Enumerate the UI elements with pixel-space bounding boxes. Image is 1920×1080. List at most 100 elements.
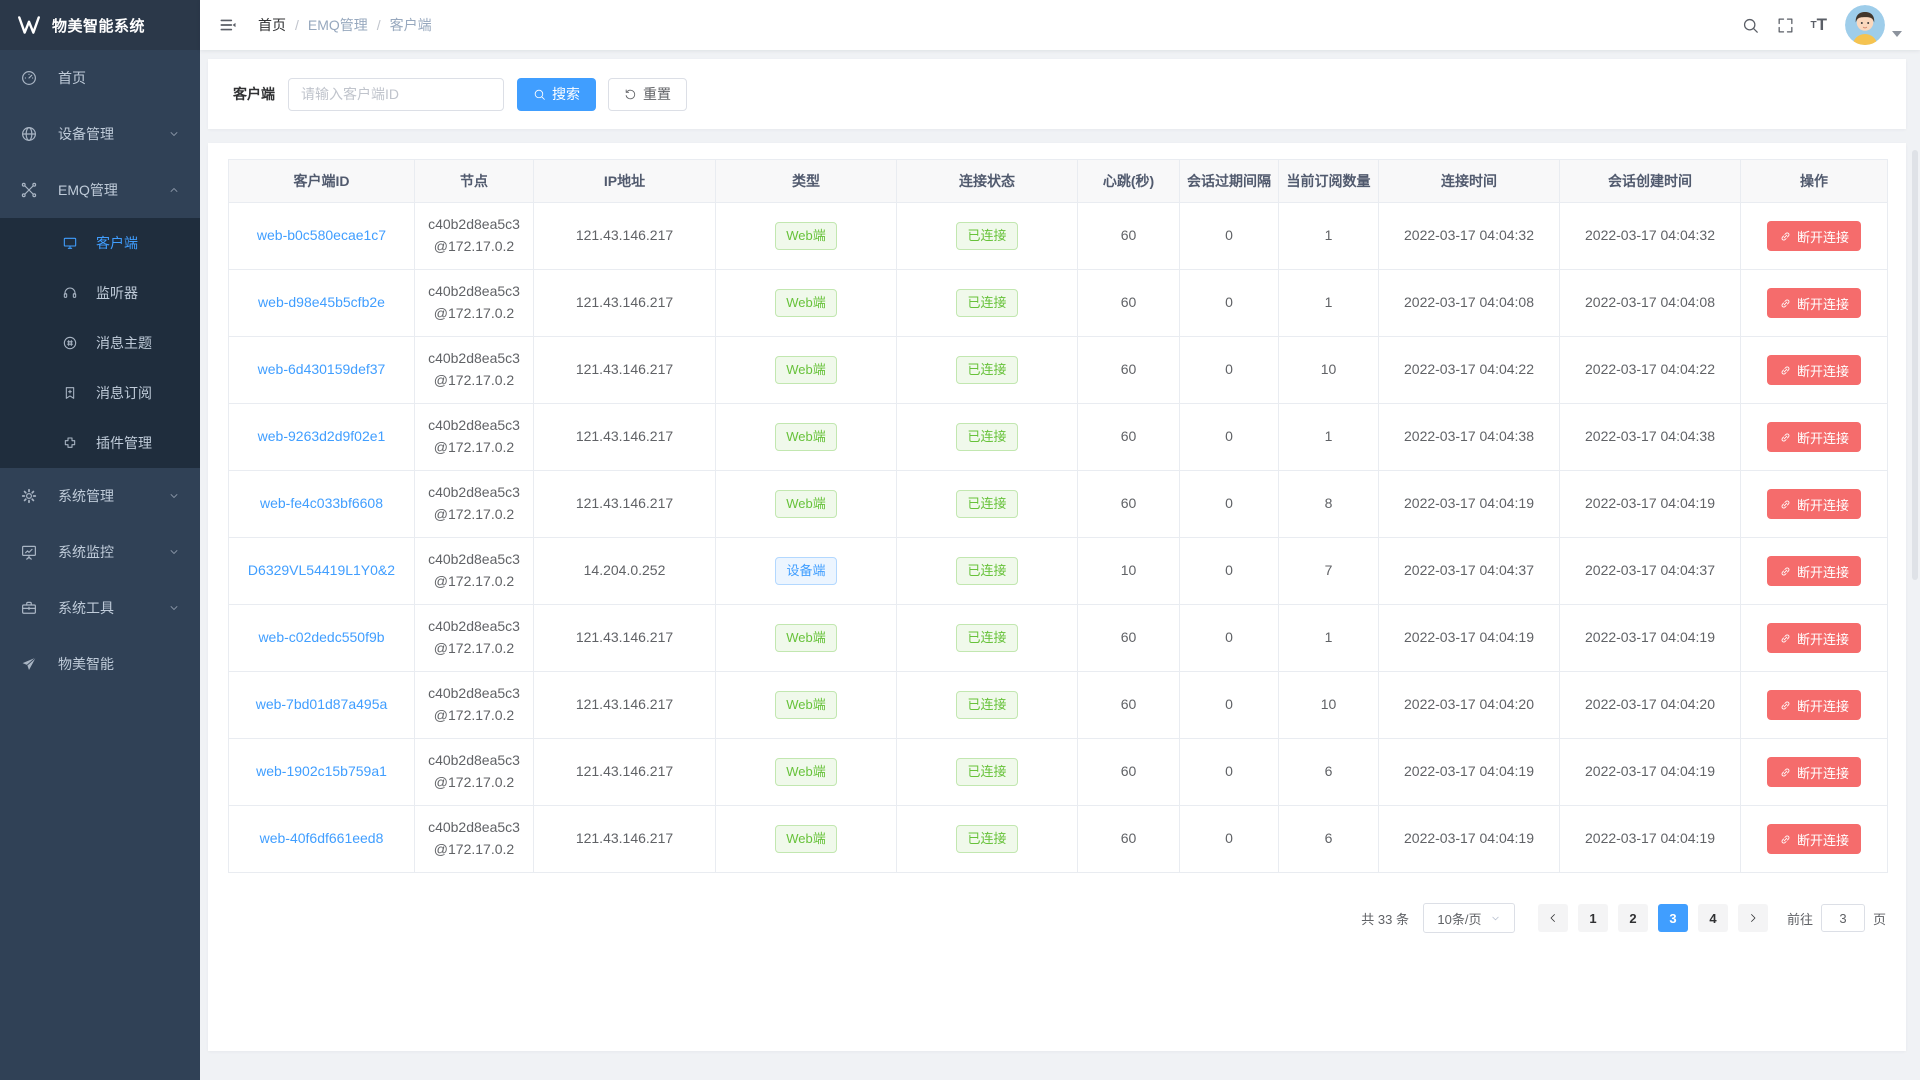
prev-page-button[interactable] [1538, 904, 1568, 932]
client-id-link[interactable]: D6329VL54419L1Y0&2 [248, 562, 395, 578]
font-size-icon[interactable]: TT [1803, 9, 1836, 41]
client-id-link[interactable]: web-fe4c033bf6608 [260, 495, 383, 511]
created-at-cell: 2022-03-17 04:04:19 [1560, 471, 1741, 538]
col-header-connected-at: 连接时间 [1379, 160, 1560, 203]
heartbeat-cell: 60 [1078, 806, 1180, 873]
bookmark-plus-icon [62, 385, 78, 401]
node-line1: c40b2d8ea5c3 [415, 482, 533, 504]
disconnect-button[interactable]: 断开连接 [1767, 221, 1861, 251]
sidebar-item-topics[interactable]: 消息主题 [0, 318, 200, 368]
drone-icon [20, 181, 38, 199]
subscriptions-cell: 1 [1279, 605, 1379, 672]
table-header-row: 客户端ID 节点 IP地址 类型 连接状态 心跳(秒) 会话过期间隔 当前订阅数… [229, 160, 1888, 203]
search-icon[interactable] [1733, 10, 1768, 41]
sidebar-item-subscriptions[interactable]: 消息订阅 [0, 368, 200, 418]
client-id-link[interactable]: web-1902c15b759a1 [256, 763, 387, 779]
sidebar-item-label: 系统监控 [58, 542, 114, 562]
user-menu[interactable] [1845, 5, 1902, 45]
reset-button[interactable]: 重置 [608, 78, 687, 111]
sidebar-item-system-monitor[interactable]: 系统监控 [0, 524, 200, 580]
node-line2: @172.17.0.2 [415, 236, 533, 258]
subscriptions-cell: 1 [1279, 404, 1379, 471]
dashboard-icon [20, 69, 38, 87]
sidebar-item-label: 系统管理 [58, 486, 114, 506]
page-button-1[interactable]: 1 [1578, 904, 1608, 932]
connected-at-cell: 2022-03-17 04:04:19 [1379, 471, 1560, 538]
sidebar-item-listeners[interactable]: 监听器 [0, 268, 200, 318]
disconnect-button[interactable]: 断开连接 [1767, 690, 1861, 720]
sidebar-item-emq-mgmt[interactable]: EMQ管理 [0, 162, 200, 218]
breadcrumb-emq[interactable]: EMQ管理 [308, 15, 368, 35]
sidebar-item-label: 监听器 [96, 283, 138, 303]
sidebar-item-device-mgmt[interactable]: 设备管理 [0, 106, 200, 162]
hashtag-circle-icon [62, 335, 78, 351]
expiry-cell: 0 [1180, 605, 1279, 672]
ip-cell: 121.43.146.217 [534, 471, 716, 538]
breadcrumb-home[interactable]: 首页 [258, 15, 286, 35]
heartbeat-cell: 60 [1078, 404, 1180, 471]
sidebar-item-label: 物美智能 [58, 654, 114, 674]
disconnect-button[interactable]: 断开连接 [1767, 623, 1861, 653]
puzzle-icon [62, 435, 78, 451]
expiry-cell: 0 [1180, 471, 1279, 538]
node-cell: c40b2d8ea5c3@172.17.0.2 [415, 538, 534, 605]
disconnect-button[interactable]: 断开连接 [1767, 489, 1861, 519]
emq-submenu: 客户端 监听器 消息主题 消息订阅 插件管理 [0, 218, 200, 468]
client-id-link[interactable]: web-b0c580ecae1c7 [257, 227, 386, 243]
client-id-link[interactable]: web-7bd01d87a495a [256, 696, 388, 712]
reset-button-label: 重置 [643, 84, 671, 104]
disconnect-button[interactable]: 断开连接 [1767, 422, 1861, 452]
clients-table: 客户端ID 节点 IP地址 类型 连接状态 心跳(秒) 会话过期间隔 当前订阅数… [228, 159, 1888, 873]
col-header-created-at: 会话创建时间 [1560, 160, 1741, 203]
client-id-link[interactable]: web-40f6df661eed8 [260, 830, 384, 846]
page-scrollbar[interactable] [1912, 150, 1918, 580]
client-id-link[interactable]: web-c02dedc550f9b [258, 629, 384, 645]
page-size-select[interactable]: 10条/页 [1423, 903, 1515, 933]
page-button-3-active[interactable]: 3 [1658, 904, 1688, 932]
goto-label: 前往 [1787, 909, 1813, 928]
client-id-link[interactable]: web-9263d2d9f02e1 [258, 428, 386, 444]
search-button[interactable]: 搜索 [517, 78, 596, 111]
expiry-cell: 0 [1180, 672, 1279, 739]
connected-at-cell: 2022-03-17 04:04:38 [1379, 404, 1560, 471]
table-row: web-40f6df661eed8 c40b2d8ea5c3@172.17.0.… [229, 806, 1888, 873]
type-tag: Web端 [775, 624, 837, 652]
main-area: 首页 / EMQ管理 / 客户端 TT [200, 0, 1920, 1080]
link-off-icon [1779, 766, 1792, 779]
sidebar-item-home[interactable]: 首页 [0, 50, 200, 106]
goto-page-input[interactable] [1821, 904, 1865, 932]
sidebar-item-plugins[interactable]: 插件管理 [0, 418, 200, 468]
disconnect-button[interactable]: 断开连接 [1767, 824, 1861, 854]
sidebar-item-clients[interactable]: 客户端 [0, 218, 200, 268]
next-page-button[interactable] [1738, 904, 1768, 932]
pagination: 共 33 条 10条/页 1 2 3 4 前往 页 [228, 903, 1886, 933]
page-button-4[interactable]: 4 [1698, 904, 1728, 932]
disconnect-button[interactable]: 断开连接 [1767, 355, 1861, 385]
headset-icon [62, 285, 78, 301]
logo-bar[interactable]: 物美智能系统 [0, 0, 200, 50]
sidebar-item-system-tools[interactable]: 系统工具 [0, 580, 200, 636]
table-body: web-b0c580ecae1c7 c40b2d8ea5c3@172.17.0.… [229, 203, 1888, 873]
avatar [1845, 5, 1885, 45]
clients-table-card: 客户端ID 节点 IP地址 类型 连接状态 心跳(秒) 会话过期间隔 当前订阅数… [208, 143, 1906, 1051]
page-button-2[interactable]: 2 [1618, 904, 1648, 932]
created-at-cell: 2022-03-17 04:04:19 [1560, 605, 1741, 672]
client-id-link[interactable]: web-6d430159def37 [258, 361, 386, 377]
sidebar-item-wumei-smart[interactable]: 物美智能 [0, 636, 200, 692]
table-row: web-7bd01d87a495a c40b2d8ea5c3@172.17.0.… [229, 672, 1888, 739]
disconnect-label: 断开连接 [1797, 428, 1849, 447]
created-at-cell: 2022-03-17 04:04:19 [1560, 806, 1741, 873]
disconnect-label: 断开连接 [1797, 361, 1849, 380]
disconnect-button[interactable]: 断开连接 [1767, 757, 1861, 787]
disconnect-button[interactable]: 断开连接 [1767, 556, 1861, 586]
breadcrumb: 首页 / EMQ管理 / 客户端 [258, 15, 432, 35]
sidebar-collapse-icon[interactable] [214, 11, 242, 39]
client-id-link[interactable]: web-d98e45b5cfb2e [258, 294, 385, 310]
node-cell: c40b2d8ea5c3@172.17.0.2 [415, 203, 534, 270]
toolbox-icon [20, 599, 38, 617]
sidebar-item-label: 消息主题 [96, 333, 152, 353]
fullscreen-icon[interactable] [1768, 10, 1803, 41]
disconnect-button[interactable]: 断开连接 [1767, 288, 1861, 318]
client-id-input[interactable] [288, 78, 504, 111]
sidebar-item-system-mgmt[interactable]: 系统管理 [0, 468, 200, 524]
